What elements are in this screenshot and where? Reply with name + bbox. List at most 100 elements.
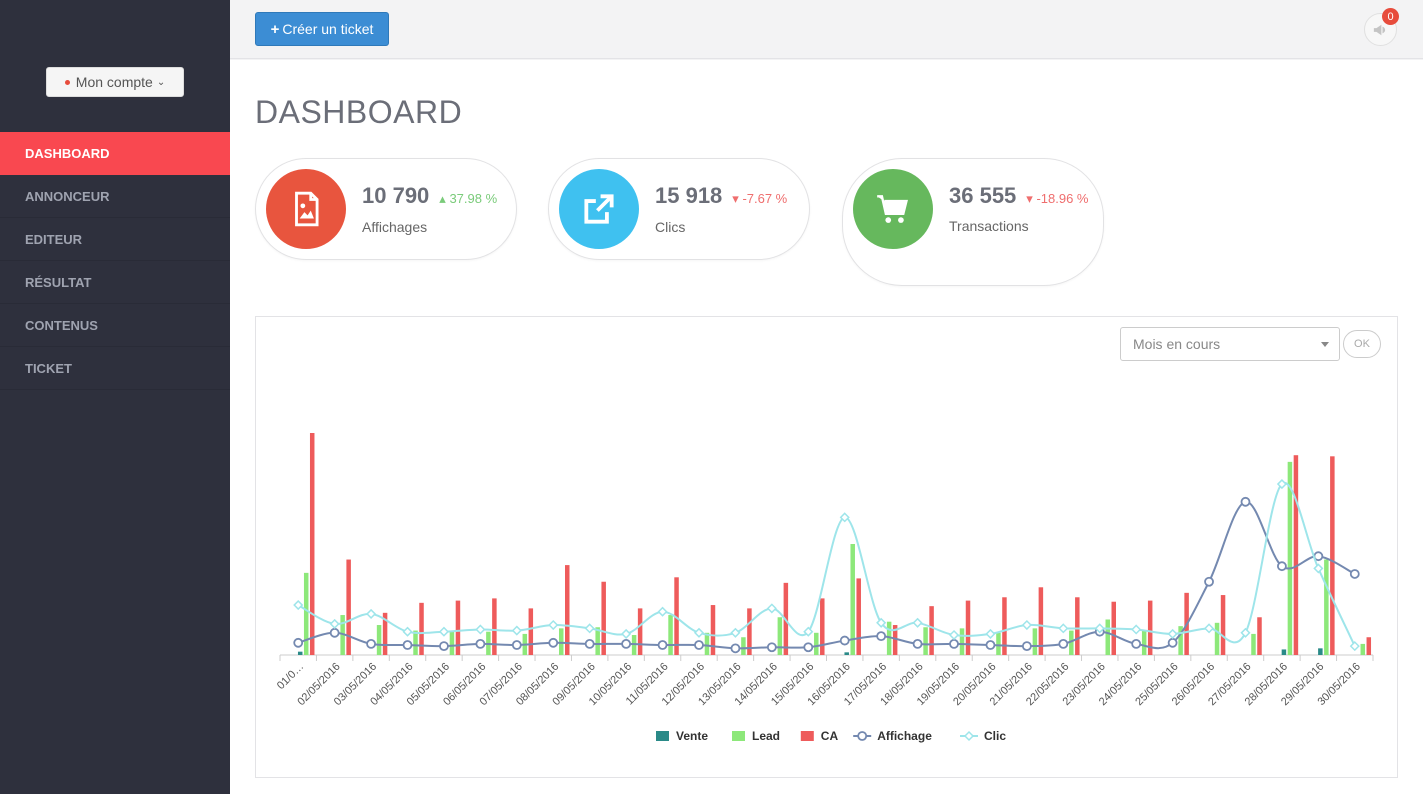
- point-clic: [766, 603, 777, 614]
- stat-card-clics: 15 918 ▾ -7.67 % Clics: [548, 158, 810, 260]
- point-affichage: [548, 637, 559, 648]
- bar-vente: [297, 651, 303, 655]
- legend-swatch-ca: [800, 731, 814, 741]
- bar-lead: [1214, 622, 1220, 655]
- point-affichage: [475, 638, 486, 649]
- stat-label: Transactions: [949, 218, 1029, 234]
- point-clic: [402, 626, 413, 637]
- legend-label-ca: CA: [821, 729, 839, 743]
- point-clic: [730, 627, 741, 638]
- stat-body: 10 790 ▴ 37.98 % Affichages: [362, 183, 508, 235]
- bar-ca: [565, 565, 570, 655]
- stat-icon-circle: [559, 169, 639, 249]
- bar-ca: [1257, 617, 1262, 655]
- point-affichage: [329, 627, 340, 638]
- nav-item-dashboard[interactable]: DASHBOARD: [0, 132, 230, 175]
- ok-button[interactable]: OK: [1343, 330, 1381, 358]
- page-title: DASHBOARD: [255, 94, 463, 130]
- nav-item-resultat[interactable]: RÉSULTAT: [0, 261, 230, 304]
- account-label: Mon compte: [75, 74, 153, 90]
- bar-ca: [309, 433, 315, 655]
- bar-ca: [455, 600, 461, 655]
- point-affichage: [584, 638, 595, 649]
- point-clic: [1131, 624, 1142, 635]
- chart-panel: 01/0… 02/05/2016 03/05/2016 04/05/2016 05/05…: [255, 316, 1398, 778]
- stat-value: 15 918: [655, 183, 723, 208]
- bar-lead: [996, 632, 1001, 655]
- point-affichage: [803, 642, 814, 653]
- create-ticket-button[interactable]: + Créer un ticket: [255, 12, 389, 46]
- point-clic: [693, 627, 705, 638]
- sidebar: Mon compte ⌄ DASHBOARD ANNONCEUR EDITEUR…: [0, 0, 230, 794]
- point-affichage: [293, 637, 304, 648]
- stat-label: Affichages: [362, 219, 428, 235]
- stat-value: 36 555: [949, 183, 1017, 208]
- bar-ca: [1075, 597, 1080, 655]
- bar-lead: [1360, 643, 1366, 655]
- point-affichage: [949, 638, 959, 649]
- stat-label: Clics: [655, 219, 686, 235]
- stat-change: ▴ 37.98 %: [439, 191, 498, 206]
- legend-label-vente: Vente: [676, 729, 708, 743]
- point-affichage: [366, 638, 376, 649]
- point-affichage: [876, 631, 887, 642]
- stat-card-affichages: 10 790 ▴ 37.98 % Affichages: [255, 158, 517, 260]
- bar-ca: [1038, 587, 1044, 655]
- top-bar: + Créer un ticket 0: [230, 0, 1423, 59]
- point-clic: [1240, 627, 1251, 638]
- nav-item-editeur[interactable]: EDITEUR: [0, 218, 230, 261]
- chevron-down-icon: ⌄: [156, 76, 166, 88]
- bar-lead: [668, 615, 673, 655]
- legend-swatch-vente: [656, 731, 669, 741]
- point-affichage: [694, 640, 704, 650]
- shopping-cart-icon: [877, 195, 908, 223]
- nav-item-contenus[interactable]: CONTENUS: [0, 304, 230, 347]
- bar-lead: [303, 572, 309, 655]
- point-affichage: [1277, 561, 1287, 572]
- point-clic: [1313, 563, 1324, 574]
- stat-change: ▾ -7.67 %: [732, 191, 788, 206]
- point-clic: [657, 606, 668, 617]
- notification-count-badge: 0: [1382, 8, 1399, 25]
- point-clic: [985, 628, 996, 639]
- bar-lead: [1105, 619, 1110, 655]
- main-content: DASHBOARD 10 790 ▴ 37.98 % Affichages 15…: [230, 60, 1423, 794]
- point-clic: [621, 628, 632, 639]
- bar-lead: [1032, 628, 1038, 655]
- period-select-value: Mois en cours: [1133, 336, 1221, 352]
- stat-body: 36 555 ▾ -18.96 % Transactions: [949, 183, 1089, 234]
- legend-swatch-lead: [732, 731, 745, 741]
- bar-ca: [637, 608, 643, 655]
- point-affichage: [1167, 637, 1178, 648]
- point-clic: [948, 629, 960, 641]
- point-clic: [366, 608, 377, 619]
- bar-lead: [1141, 630, 1147, 655]
- account-menu-button[interactable]: Mon compte ⌄: [46, 67, 184, 97]
- point-clic: [1203, 623, 1215, 634]
- bar-lead: [741, 637, 746, 655]
- point-affichage: [402, 640, 413, 650]
- bar-vente: [1318, 648, 1323, 655]
- point-affichage: [511, 640, 522, 650]
- point-clic: [1058, 623, 1069, 634]
- create-ticket-label: Créer un ticket: [282, 21, 374, 37]
- bar-ca: [1330, 456, 1335, 655]
- point-affichage: [1349, 569, 1360, 579]
- point-affichage: [1021, 641, 1032, 652]
- point-affichage: [439, 641, 449, 652]
- point-clic: [1021, 619, 1032, 631]
- bar-ca: [1366, 637, 1372, 655]
- bar-lead: [559, 628, 564, 655]
- x-tick-label: 01/0…: [275, 661, 306, 692]
- nav-item-ticket[interactable]: TICKET: [0, 347, 230, 390]
- period-select[interactable]: Mois en cours: [1120, 327, 1340, 361]
- point-affichage: [839, 635, 850, 646]
- point-clic: [438, 626, 450, 637]
- stat-change: ▾ -18.96 %: [1026, 191, 1089, 206]
- point-affichage: [621, 638, 632, 649]
- status-dot-icon: [64, 79, 70, 85]
- stat-card-transactions: 36 555 ▾ -18.96 % Transactions: [842, 158, 1104, 286]
- nav-item-annonceur[interactable]: ANNONCEUR: [0, 175, 230, 218]
- legend-marker-clic: [963, 730, 975, 742]
- legend-label-affichage: Affichage: [877, 729, 932, 743]
